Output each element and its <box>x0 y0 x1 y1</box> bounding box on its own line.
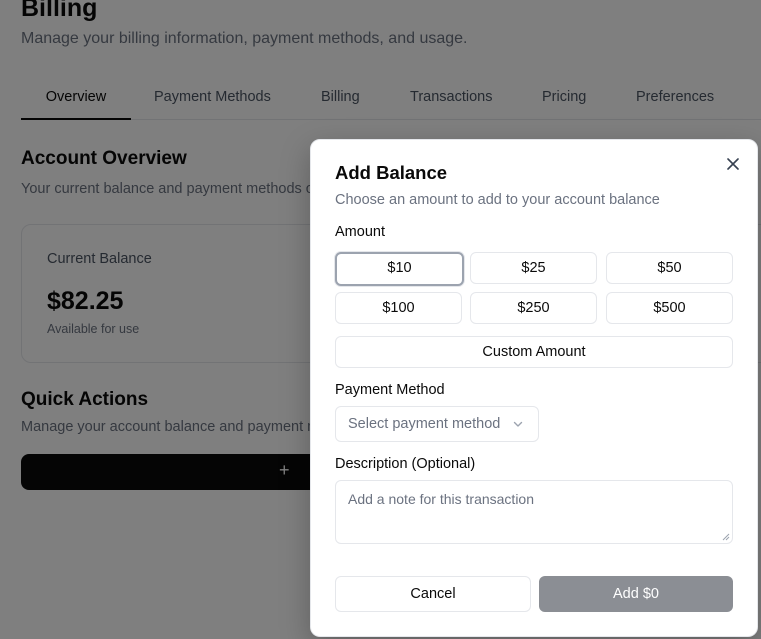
add-amount-button[interactable]: Add $0 <box>539 576 733 612</box>
dialog-description: Choose an amount to add to your account … <box>335 192 660 208</box>
amount-option-500[interactable]: $500 <box>606 292 733 324</box>
payment-method-placeholder: Select payment method <box>348 416 501 432</box>
amount-label: Amount <box>335 224 385 240</box>
add-balance-dialog: Add Balance Choose an amount to add to y… <box>310 139 758 637</box>
payment-method-label: Payment Method <box>335 382 445 398</box>
amount-option-10[interactable]: $10 <box>335 252 464 286</box>
close-icon <box>727 158 739 170</box>
close-button[interactable] <box>723 154 743 174</box>
description-textarea[interactable]: Add a note for this transaction <box>335 480 733 544</box>
dialog-title: Add Balance <box>335 162 448 183</box>
custom-amount-button[interactable]: Custom Amount <box>335 336 733 368</box>
amount-option-50[interactable]: $50 <box>606 252 733 284</box>
cancel-button[interactable]: Cancel <box>335 576 531 612</box>
description-label: Description (Optional) <box>335 456 476 472</box>
chevron-down-icon <box>513 421 523 427</box>
description-placeholder: Add a note for this transaction <box>348 491 534 507</box>
resize-handle-icon[interactable] <box>722 533 730 541</box>
amount-option-25[interactable]: $25 <box>470 252 597 284</box>
payment-method-select[interactable]: Select payment method <box>335 406 539 442</box>
amount-option-250[interactable]: $250 <box>470 292 597 324</box>
amount-option-100[interactable]: $100 <box>335 292 462 324</box>
